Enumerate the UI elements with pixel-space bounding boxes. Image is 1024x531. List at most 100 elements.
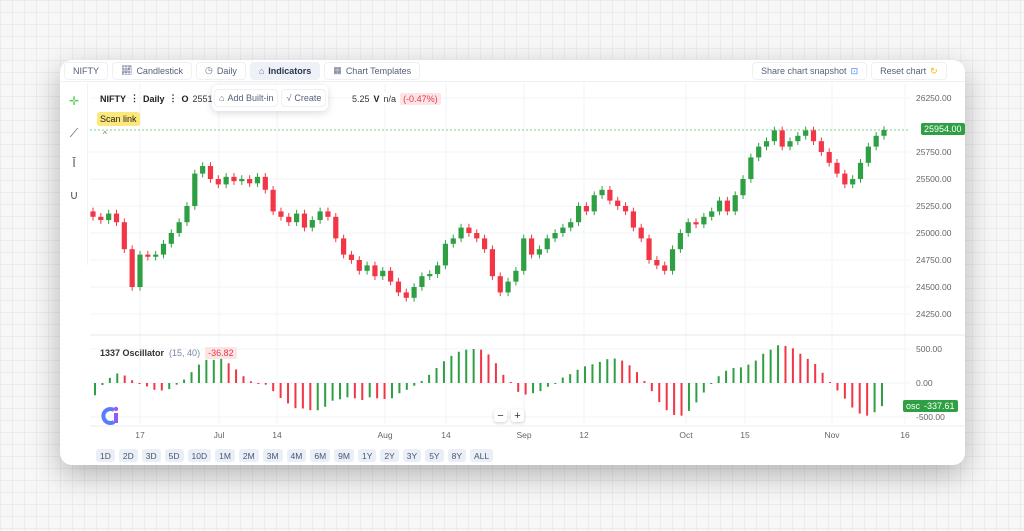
range-button-3m[interactable]: 3M [262,449,283,462]
candle-body [450,238,456,244]
oscillator-bar [435,368,438,383]
oscillator-bar [145,383,148,387]
range-button-6m[interactable]: 6M [310,449,331,462]
create-button[interactable]: √ Create [281,89,327,107]
range-button-2y[interactable]: 2Y [380,449,399,462]
candle-body [121,222,127,250]
oscillator-bar [814,363,817,383]
candle-body [341,238,347,255]
oscillator-legend: 1337 Oscillator (15, 40) -36.82 [100,347,237,359]
chart-canvas[interactable]: 26250.00 25750.00 25500.00 25250.00 25000.00… [60,60,965,465]
range-button-2m[interactable]: 2M [238,449,259,462]
scan-link[interactable]: Scan link [97,112,140,126]
candle-body [803,130,809,136]
range-button-all[interactable]: ALL [470,449,494,462]
x-tick-label: 14 [441,430,451,440]
oscillator-bar [153,383,156,390]
candle-body [153,254,159,257]
oscillator-bar [94,383,96,396]
open-label: O [181,93,189,104]
range-button-1d[interactable]: 1D [96,449,115,462]
candle-body [521,238,527,271]
oscillator-bar [242,376,245,383]
range-button-2d[interactable]: 2D [118,449,138,462]
range-button-8y[interactable]: 8Y [447,449,466,462]
range-button-4m[interactable]: 4M [286,449,307,462]
candle-body [137,254,143,287]
candle-body [427,274,433,277]
add-builtin-button[interactable]: ⌂ Add Built-in [214,89,279,107]
zoom-in-button[interactable]: + [511,409,524,422]
oscillator-bar [717,376,720,383]
create-label: Create [294,93,322,103]
oscillator-bar [472,349,475,383]
oscillator-bar [546,383,549,387]
oscillator-bar [606,359,609,383]
oscillator-bar [821,372,824,383]
candle-body [254,176,261,184]
oscillator-bar [205,359,208,383]
oscillator-name: 1337 Oscillator [100,348,165,358]
candle-body [857,162,864,179]
indicator-icon: ⌂ [219,93,225,103]
range-button-9m[interactable]: 9M [334,449,354,462]
candle-body [356,260,362,271]
oscillator-bar [487,354,490,383]
candle-body [247,179,253,184]
candle-body [348,254,355,260]
candle-body [395,281,402,293]
candle-body [90,211,96,217]
last-price-tag: 25954.00 [921,123,965,135]
range-button-1y[interactable]: 1Y [357,449,377,462]
collapse-icon[interactable]: ^ [103,130,107,139]
candle-body [168,233,174,244]
range-button-3y[interactable]: 3Y [402,449,422,462]
candle-body [513,270,519,282]
candle-body [748,157,754,179]
oscillator-bar [554,383,557,384]
oscillator-bar [368,383,371,398]
candle-body [262,176,268,190]
candle-body [270,189,276,212]
y-tick-label: 24250.00 [916,309,952,319]
legend-symbol: NIFTY [100,93,126,104]
candle-body [638,227,644,239]
oscillator-bar [858,383,861,414]
candle-body [677,233,683,250]
candle-body [106,213,112,221]
oscillator-bar [777,345,780,383]
oscillator-bar [791,348,794,383]
oscillator-bar [168,383,171,390]
x-tick-label: 14 [272,430,282,440]
x-tick-label: Oct [679,430,693,440]
range-button-5d[interactable]: 5D [164,449,184,462]
oscillator-bar [665,383,668,411]
x-tick-label: Aug [377,430,392,440]
oscillator-bar [509,381,512,383]
candle-body [200,166,206,174]
zoom-out-button[interactable]: − [494,409,507,422]
oscillator-bar [257,383,260,384]
oscillator-bar [784,345,787,383]
osc-y-tick-label: -500.00 [916,412,945,422]
candle-body [662,265,668,271]
oscillator-bar [294,383,297,409]
candle-body [239,179,245,182]
candle-body [826,152,832,163]
oscillator-bar [420,380,423,383]
candle-body [575,206,582,223]
range-button-10d[interactable]: 10D [187,449,212,462]
candle-body [419,276,425,287]
y-tick-label: 25000.00 [916,228,952,238]
candle-body [873,135,879,147]
oscillator-bar [517,383,520,392]
y-tick-label: 25250.00 [916,201,952,211]
sqrt-icon: √ [286,93,292,103]
candle-body [740,179,746,196]
x-tick-label: Jul [214,430,225,440]
y-tick-label: 25750.00 [916,147,952,157]
oscillator-bar [131,380,134,383]
range-button-1m[interactable]: 1M [215,449,235,462]
range-button-5y[interactable]: 5Y [425,449,444,462]
range-button-3d[interactable]: 3D [141,449,161,462]
